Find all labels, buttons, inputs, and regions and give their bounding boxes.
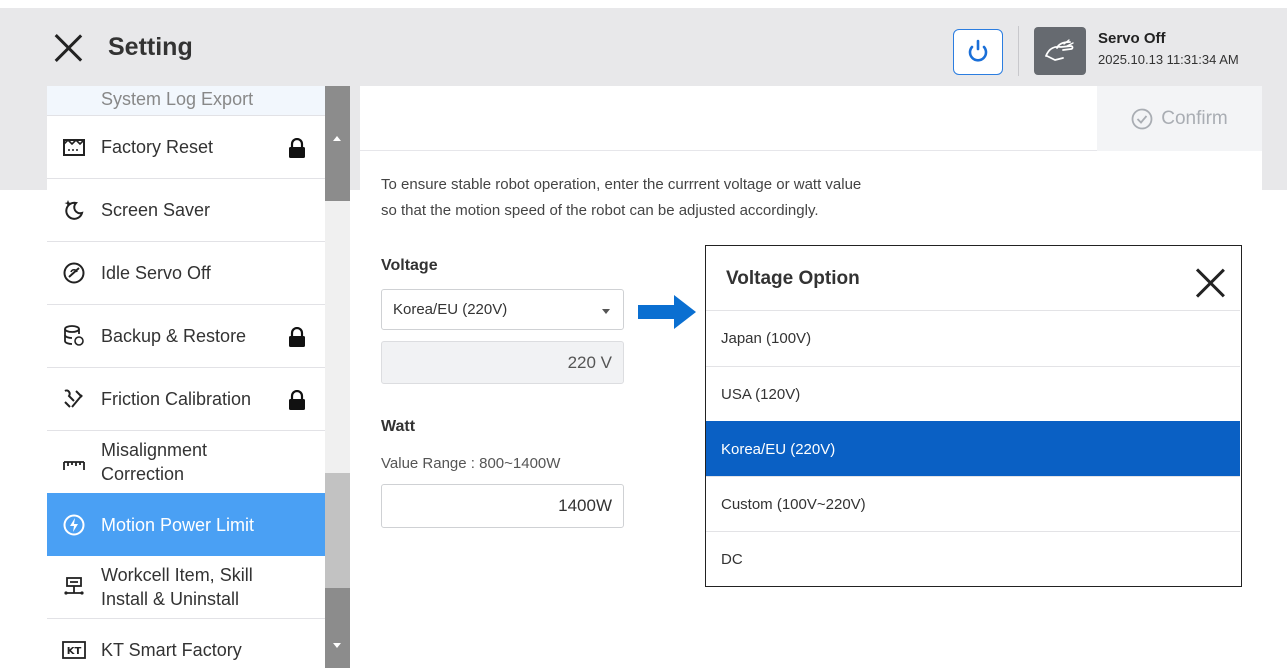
voltage-value: 220 V	[381, 341, 624, 384]
sidebar-item-factory-reset[interactable]: Factory Reset	[47, 116, 325, 179]
popup-close-icon[interactable]	[1195, 268, 1225, 298]
ruler-icon	[61, 449, 87, 475]
sidebar: System Log Export Factory Reset Screen S…	[47, 86, 325, 668]
sidebar-item-label: Correction	[101, 464, 185, 484]
factory-icon	[61, 134, 87, 160]
voltage-dropdown[interactable]: Korea/EU (220V)	[381, 289, 624, 330]
panel-header: Confirm	[360, 86, 1262, 151]
database-icon	[61, 323, 87, 349]
voltage-selected-value: Korea/EU (220V)	[393, 301, 508, 318]
sidebar-item-label: Idle Servo Off	[101, 263, 211, 283]
sidebar-item-label: Friction Calibration	[101, 389, 252, 409]
voltage-option[interactable]: Japan (100V)	[706, 310, 1240, 366]
sidebar-item-label: Factory Reset	[101, 137, 214, 157]
scroll-up-button[interactable]	[325, 86, 350, 201]
voltage-option[interactable]: Custom (100V~220V)	[706, 476, 1240, 532]
close-icon[interactable]	[50, 30, 86, 66]
servo-status: Servo Off	[1098, 30, 1166, 47]
voltage-option-popup: Voltage Option Japan (100V) USA (120V) K…	[705, 245, 1242, 587]
lock-icon	[288, 137, 306, 158]
sidebar-item-label: Install & Uninstall	[101, 589, 240, 609]
description-line: To ensure stable robot operation, enter …	[381, 176, 862, 193]
voltage-option[interactable]: DC	[706, 531, 1240, 587]
scroll-thumb[interactable]	[325, 473, 350, 588]
sidebar-item-system-log-export[interactable]: System Log Export	[47, 86, 325, 116]
calibration-icon	[61, 386, 87, 412]
sidebar-item-workcell[interactable]: Workcell Item, Skill Install & Uninstall	[47, 556, 325, 619]
export-icon	[61, 86, 87, 99]
sidebar-item-label: Misalignment	[101, 440, 208, 460]
scroll-down-button[interactable]	[325, 588, 350, 668]
workcell-icon	[61, 574, 87, 600]
sidebar-item-idle-servo-off[interactable]: Idle Servo Off	[47, 242, 325, 305]
kt-icon: KT	[61, 637, 87, 663]
description: To ensure stable robot operation, enter …	[381, 172, 861, 224]
caret-down-icon	[602, 309, 610, 314]
popup-title: Voltage Option	[726, 268, 860, 289]
scroll-down-icon	[333, 643, 341, 648]
divider	[1018, 26, 1019, 76]
refresh-icon	[968, 39, 988, 62]
lock-icon	[288, 389, 306, 410]
confirm-label: Confirm	[1161, 107, 1228, 129]
refresh-button[interactable]	[953, 29, 1003, 75]
servo-hand-icon[interactable]	[1034, 27, 1086, 75]
sidebar-item-label: KT Smart Factory	[101, 640, 242, 660]
watt-range: Value Range : 800~1400W	[381, 455, 561, 472]
watt-label: Watt	[381, 418, 416, 435]
svg-text:KT: KT	[67, 646, 82, 657]
voltage-label: Voltage	[381, 257, 438, 274]
power-limit-icon	[61, 512, 87, 538]
sidebar-item-friction-calibration[interactable]: Friction Calibration	[47, 368, 325, 431]
page-title: Setting	[108, 33, 193, 61]
scroll-up-icon	[333, 136, 341, 141]
sidebar-scrollbar[interactable]	[325, 86, 350, 668]
sidebar-item-misalignment-correction[interactable]: Misalignment Correction	[47, 431, 325, 494]
screen-saver-icon	[61, 197, 87, 223]
sidebar-item-label: Backup & Restore	[101, 326, 247, 346]
voltage-option-selected[interactable]: Korea/EU (220V)	[706, 421, 1240, 477]
description-line: so that the motion speed of the robot ca…	[381, 202, 819, 219]
sidebar-item-backup-restore[interactable]: Backup & Restore	[47, 305, 325, 368]
sidebar-item-screen-saver[interactable]: Screen Saver	[47, 179, 325, 242]
sidebar-item-label: System Log Export	[101, 88, 254, 109]
voltage-option[interactable]: USA (120V)	[706, 366, 1240, 422]
sidebar-item-label: Screen Saver	[101, 200, 211, 220]
datetime: 2025.10.13 11:31:34 AM	[1098, 52, 1239, 67]
lock-icon	[288, 326, 306, 347]
check-circle-icon	[1131, 108, 1153, 129]
confirm-button[interactable]: Confirm	[1097, 86, 1262, 151]
sidebar-item-label: Workcell Item, Skill	[101, 565, 253, 585]
watt-input[interactable]: 1400W	[381, 484, 624, 528]
sidebar-item-label: Motion Power Limit	[101, 514, 255, 535]
sidebar-item-motion-power-limit[interactable]: Motion Power Limit	[47, 493, 325, 556]
sidebar-item-kt-smart-factory[interactable]: KT KT Smart Factory	[47, 619, 325, 668]
idle-servo-icon	[61, 260, 87, 286]
arrow-right-icon	[638, 295, 696, 329]
